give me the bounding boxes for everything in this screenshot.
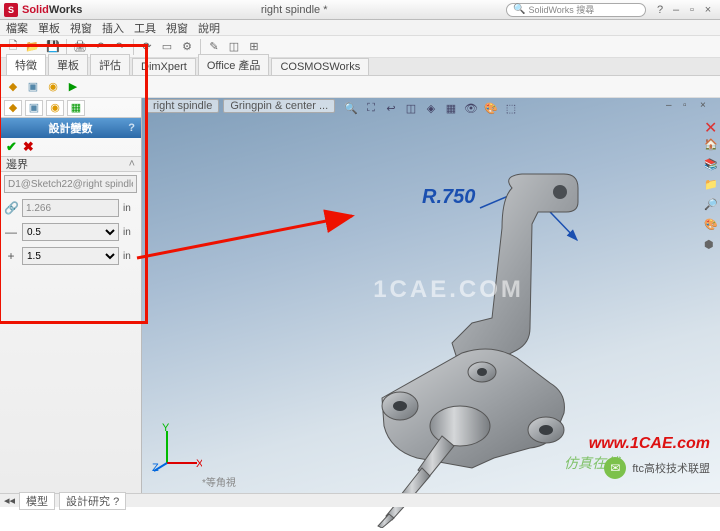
- watermark-url: www.1CAE.com: [589, 435, 710, 453]
- upper-label: +: [4, 249, 18, 263]
- manager-tabs: ◆ ▣ ◉ ▦: [0, 98, 141, 118]
- ribbon-tabs: 特徵 單板 評估 DimXpert Office 產品 COSMOSWorks: [0, 58, 720, 76]
- rebuild-icon[interactable]: ⟳: [138, 38, 156, 56]
- vp-tab-assy[interactable]: Gringpin & center ...: [223, 99, 335, 113]
- menu-tools[interactable]: 工具: [134, 20, 156, 36]
- cancel-button[interactable]: ✖: [23, 139, 34, 155]
- titlebar: S SolidWorks right spindle * 🔍 SolidWork…: [0, 0, 720, 20]
- menu-help[interactable]: 說明: [198, 20, 220, 36]
- app-logo: S: [4, 3, 18, 17]
- svg-text:Z: Z: [152, 462, 159, 473]
- prev-view-icon[interactable]: ↩: [382, 100, 400, 116]
- tab-office[interactable]: Office 產品: [198, 54, 270, 75]
- chevron-up-icon: ˄: [129, 158, 135, 170]
- svg-text:Y: Y: [162, 423, 170, 434]
- minimize-button[interactable]: –: [668, 4, 684, 16]
- options-icon[interactable]: ⚙: [178, 38, 196, 56]
- menu-file[interactable]: 檔案: [6, 20, 28, 36]
- display-tab[interactable]: ▦: [67, 100, 85, 116]
- search-pane-icon[interactable]: 🔎: [704, 198, 718, 212]
- tab-sketch[interactable]: 單板: [48, 54, 88, 75]
- help-button[interactable]: ?: [652, 4, 668, 16]
- zoom-fit-icon[interactable]: 🔍: [342, 100, 360, 116]
- document-title: right spindle *: [82, 4, 506, 16]
- menu-view[interactable]: 視窗: [70, 20, 92, 36]
- panel-help[interactable]: ?: [128, 122, 135, 134]
- select-icon[interactable]: ▭: [158, 38, 176, 56]
- search-box[interactable]: 🔍 SolidWorks 搜尋: [506, 3, 646, 17]
- maximize-button[interactable]: ▫: [684, 4, 700, 16]
- zoom-area-icon[interactable]: ⛶: [362, 100, 380, 116]
- menu-window[interactable]: 視窗: [166, 20, 188, 36]
- close-button[interactable]: ×: [700, 4, 716, 16]
- tab-dimxpert[interactable]: DimXpert: [132, 58, 196, 75]
- feature-icon[interactable]: ◫: [225, 38, 243, 56]
- ok-button[interactable]: ✔: [6, 139, 17, 155]
- toolbar-secondary: ◆ ▣ ◉ ▶: [0, 76, 720, 98]
- lower-label: —: [4, 225, 18, 239]
- open-icon[interactable]: 📂: [24, 38, 42, 56]
- menu-edit[interactable]: 單板: [38, 20, 60, 36]
- save-icon[interactable]: 💾: [44, 38, 62, 56]
- section-bounds[interactable]: 邊界 ˄: [0, 156, 141, 172]
- 3d-part[interactable]: [342, 168, 602, 528]
- menu-insert[interactable]: 插入: [102, 20, 124, 36]
- palette-icon[interactable]: 🎨: [704, 218, 718, 232]
- svg-text:X: X: [196, 458, 202, 470]
- goal-icon[interactable]: ◉: [44, 78, 62, 96]
- task-pane: ✕ 🏠 📚 📁 🔎 🎨 ⬢: [702, 118, 720, 252]
- tab-features[interactable]: 特徵: [6, 54, 46, 75]
- resources-icon[interactable]: 🏠: [704, 138, 718, 152]
- grid-icon[interactable]: ⊞: [245, 38, 263, 56]
- sketch-icon[interactable]: ✎: [205, 38, 223, 56]
- vp-close-icon[interactable]: ×: [700, 100, 714, 114]
- bottom-tab-strip: ◂◂ 模型 設計研究 ?: [0, 493, 720, 507]
- vp-max-icon[interactable]: ▫: [683, 100, 697, 114]
- config-tab[interactable]: ◉: [46, 100, 64, 116]
- tab-cosmos[interactable]: COSMOSWorks: [271, 58, 369, 75]
- menu-bar: 檔案 單板 視窗 插入 工具 視窗 說明: [0, 20, 720, 36]
- explorer-icon[interactable]: 📁: [704, 178, 718, 192]
- nominal-field: [22, 199, 119, 217]
- app-name: SolidWorks: [22, 4, 82, 16]
- section-icon[interactable]: ◫: [402, 100, 420, 116]
- wechat-icon: ✉: [604, 457, 626, 479]
- 3d-viewport[interactable]: right spindle Gringpin & center ... 🔍 ⛶ …: [142, 98, 720, 493]
- library-icon[interactable]: 📚: [704, 158, 718, 172]
- watermark-center: 1CAE.COM: [373, 276, 524, 304]
- annotation-arrow: [132, 208, 362, 268]
- property-tab[interactable]: ▣: [25, 100, 43, 116]
- tab-evaluate[interactable]: 評估: [90, 54, 130, 75]
- appearance-pane-icon[interactable]: ⬢: [704, 238, 718, 252]
- print-icon[interactable]: 🖨: [71, 38, 89, 56]
- property-manager: ◆ ▣ ◉ ▦ 設計變數 ? ✔ ✖ 邊界 ˄ 🔗 in — 0.5 in: [0, 98, 142, 493]
- panel-title: 設計變數 ?: [0, 118, 141, 138]
- hide-show-icon[interactable]: 👁: [462, 100, 480, 116]
- run-icon[interactable]: ▶: [64, 78, 82, 96]
- undo-icon[interactable]: ↶: [91, 38, 109, 56]
- display-style-icon[interactable]: ▦: [442, 100, 460, 116]
- new-icon[interactable]: 🗋: [4, 38, 22, 56]
- view-orient-icon[interactable]: ◈: [422, 100, 440, 116]
- feature-tree-tab[interactable]: ◆: [4, 100, 22, 116]
- link-icon: 🔗: [4, 201, 18, 215]
- upper-bound-field[interactable]: 1.5: [22, 247, 119, 265]
- view-label: *等角視: [202, 474, 236, 489]
- vp-min-icon[interactable]: –: [666, 100, 680, 114]
- reference-field: [4, 175, 137, 193]
- view-triad[interactable]: Y X Z: [152, 423, 202, 473]
- lower-bound-field[interactable]: 0.5: [22, 223, 119, 241]
- nav-prev-icon[interactable]: ◂◂: [4, 494, 15, 507]
- watermark-chat: ✉ ftc高校技术联盟: [604, 457, 710, 479]
- search-icon: 🔍: [513, 4, 525, 15]
- taskpane-close-icon[interactable]: ✕: [704, 118, 718, 132]
- heads-up-toolbar: 🔍 ⛶ ↩ ◫ ◈ ▦ 👁 🎨 ⬚: [340, 98, 522, 118]
- vp-tab-part[interactable]: right spindle: [146, 99, 219, 113]
- scene-icon[interactable]: ⬚: [502, 100, 520, 116]
- var-icon[interactable]: ▣: [24, 78, 42, 96]
- study-icon[interactable]: ◆: [4, 78, 22, 96]
- appearance-icon[interactable]: 🎨: [482, 100, 500, 116]
- redo-icon[interactable]: ↷: [111, 38, 129, 56]
